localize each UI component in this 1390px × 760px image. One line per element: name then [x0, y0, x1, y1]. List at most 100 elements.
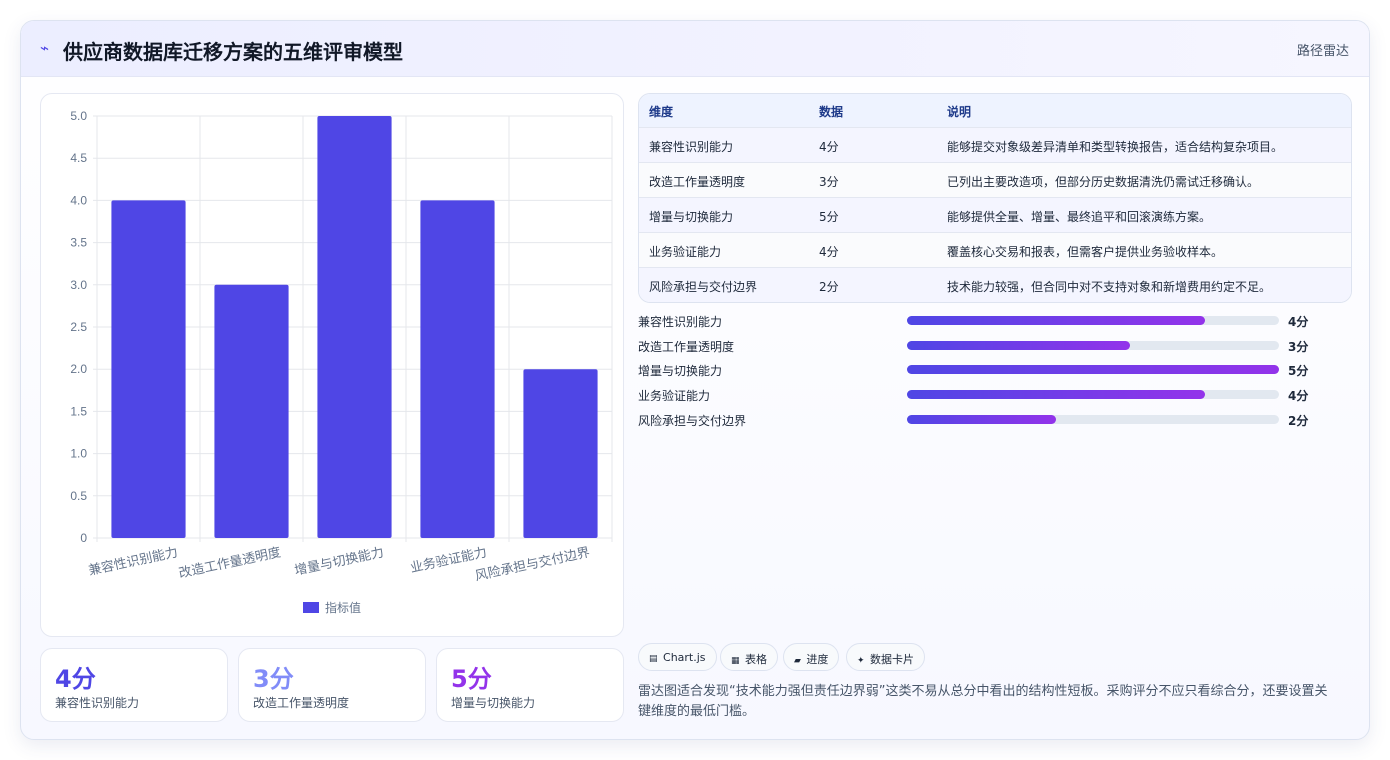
chip-progress[interactable]: ▰ 进度: [783, 643, 840, 671]
progress-row: 风险承担与交付边界 2分: [638, 412, 1328, 430]
legend-swatch: [303, 602, 319, 613]
bar: [317, 116, 392, 538]
progress-fill: [907, 390, 1205, 399]
table-cell: 能够提供全量、增量、最终追平和回滚演练方案。: [947, 210, 1212, 224]
stat-value: 3分: [253, 665, 294, 693]
legend-label: 指标值: [325, 600, 361, 615]
table-cell: 业务验证能力: [649, 245, 722, 259]
table-cell: 风险承担与交付边界: [649, 280, 758, 294]
table-icon: ▦: [731, 656, 740, 666]
progress-fill: [907, 415, 1056, 424]
chip-label: 数据卡片: [870, 653, 915, 666]
progress-value: 5分: [1288, 364, 1309, 378]
bar: [111, 200, 186, 538]
x-tick-label: 增量与切换能力: [293, 545, 385, 579]
y-tick-label: 4.5: [70, 151, 87, 165]
progress-row: 改造工作量透明度 3分: [638, 338, 1328, 356]
table-cell: 兼容性识别能力: [649, 140, 734, 154]
card-icon: ✦: [857, 656, 865, 666]
table-header: 说明: [947, 105, 972, 119]
table-row: 改造工作量透明度 3分 已列出主要改造项，但部分历史数据清洗仍需试迁移确认。: [639, 162, 1351, 197]
progress-label: 兼容性识别能力: [638, 315, 723, 329]
y-tick-label: 4.0: [70, 193, 87, 207]
stat-card: 3分 改造工作量透明度: [238, 648, 426, 722]
progress-row: 增量与切换能力 5分: [638, 362, 1328, 380]
score-table: 维度 数据 说明 兼容性识别能力 4分 能够提交对象级差异清单和类型转换报告，适…: [638, 93, 1352, 303]
progress-label: 增量与切换能力: [638, 364, 723, 378]
bar: [523, 369, 598, 538]
progress-fill: [907, 365, 1279, 374]
y-tick-label: 1.5: [70, 404, 87, 418]
header-tag: 路径雷达: [1296, 44, 1349, 59]
y-tick-label: 5.0: [70, 109, 87, 123]
stat-label: 兼容性识别能力: [55, 696, 140, 710]
progress-fill: [907, 341, 1131, 350]
progress-track: [907, 341, 1279, 350]
progress-row: 兼容性识别能力 4分: [638, 313, 1328, 331]
summary-note: 雷达图适合发现“技术能力强但责任边界弱”这类不易从总分中看出的结构性短板。采购评…: [638, 684, 1328, 719]
y-tick-label: 3.0: [70, 278, 87, 292]
progress-label: 改造工作量透明度: [638, 340, 735, 354]
progress-label: 风险承担与交付边界: [638, 414, 747, 428]
y-tick-label: 1.0: [70, 447, 87, 461]
chip-chartjs[interactable]: ▤ Chart.js: [638, 643, 717, 671]
progress-track: [907, 316, 1279, 325]
chip-table[interactable]: ▦ 表格: [720, 643, 779, 671]
table-cell: 覆盖核心交易和报表，但需客户提供业务验收样本。: [947, 245, 1224, 259]
table-cell: 5分: [819, 210, 839, 224]
table-cell: 能够提交对象级差异清单和类型转换报告，适合结构复杂项目。: [947, 140, 1284, 154]
chart-icon: ▤: [649, 654, 658, 664]
progress-track: [907, 415, 1279, 424]
bar-chart: 0 0.5 1.0 1.5 2.0 2.5 3.0 3.5 4.0 4.5 5.0 兼容性识别能力改造…: [70, 109, 613, 615]
table-header: 数据: [819, 105, 844, 119]
y-tick-label: 0: [80, 531, 87, 545]
x-tick-label: 兼容性识别能力: [87, 544, 179, 579]
chip-label: 进度: [806, 653, 829, 666]
progress-fill: [907, 316, 1205, 325]
progress-row: 业务验证能力 4分: [638, 387, 1328, 405]
progress-value: 4分: [1288, 315, 1309, 329]
main-card: ⌁ 供应商数据库迁移方案的五维评审模型 路径雷达 0 0.5 1.0 1.5 2.0 2.…: [20, 20, 1370, 740]
bar: [420, 200, 495, 538]
table-header-row: 维度 数据 说明: [639, 94, 1351, 127]
table-cell: 改造工作量透明度: [649, 175, 746, 189]
table-cell: 4分: [819, 140, 839, 154]
progress-value: 2分: [1288, 414, 1309, 428]
stat-label: 改造工作量透明度: [253, 696, 350, 710]
table-cell: 3分: [819, 175, 839, 189]
table-header: 维度: [649, 105, 674, 119]
y-tick-label: 0.5: [70, 489, 87, 503]
stat-value: 5分: [451, 665, 492, 693]
chip-label: 表格: [745, 653, 768, 666]
progress-icon: ▰: [794, 656, 801, 666]
table-cell: 4分: [819, 245, 839, 259]
table-row: 兼容性识别能力 4分 能够提交对象级差异清单和类型转换报告，适合结构复杂项目。: [639, 127, 1351, 162]
y-tick-label: 2.5: [70, 320, 87, 334]
y-tick-label: 2.0: [70, 362, 87, 376]
x-tick-label: 改造工作量透明度: [177, 544, 282, 581]
stat-card: 4分 兼容性识别能力: [40, 648, 228, 722]
table-row: 业务验证能力 4分 覆盖核心交易和报表，但需客户提供业务验收样本。: [639, 232, 1351, 267]
y-tick-label: 3.5: [70, 236, 87, 250]
table-cell: 2分: [819, 280, 839, 294]
progress-track: [907, 390, 1279, 399]
table-cell: 技术能力较强，但合同中对不支持对象和新增费用约定不足。: [947, 280, 1272, 294]
progress-value: 4分: [1288, 389, 1309, 403]
progress-value: 3分: [1288, 340, 1309, 354]
x-tick-label: 风险承担与交付边界: [474, 544, 592, 584]
card-header: ⌁ 供应商数据库迁移方案的五维评审模型 路径雷达: [21, 21, 1369, 77]
table-cell: 增量与切换能力: [649, 210, 734, 224]
chip-data-card[interactable]: ✦ 数据卡片: [846, 643, 926, 671]
stat-card: 5分 增量与切换能力: [436, 648, 624, 722]
table-row: 风险承担与交付边界 2分 技术能力较强，但合同中对不支持对象和新增费用约定不足。: [639, 267, 1351, 302]
chip-label: Chart.js: [663, 651, 706, 664]
progress-label: 业务验证能力: [638, 389, 711, 403]
page-title: 供应商数据库迁移方案的五维评审模型: [63, 40, 403, 64]
stat-value: 4分: [55, 665, 96, 693]
bar-chart-panel: 0 0.5 1.0 1.5 2.0 2.5 3.0 3.5 4.0 4.5 5.0 兼容性识别能力 改造…: [40, 93, 624, 637]
stat-label: 增量与切换能力: [451, 696, 536, 710]
pulse-icon: ⌁: [40, 39, 50, 57]
progress-track: [907, 365, 1279, 374]
table-row: 增量与切换能力 5分 能够提供全量、增量、最终追平和回滚演练方案。: [639, 197, 1351, 232]
table-cell: 已列出主要改造项，但部分历史数据清洗仍需试迁移确认。: [947, 175, 1260, 189]
